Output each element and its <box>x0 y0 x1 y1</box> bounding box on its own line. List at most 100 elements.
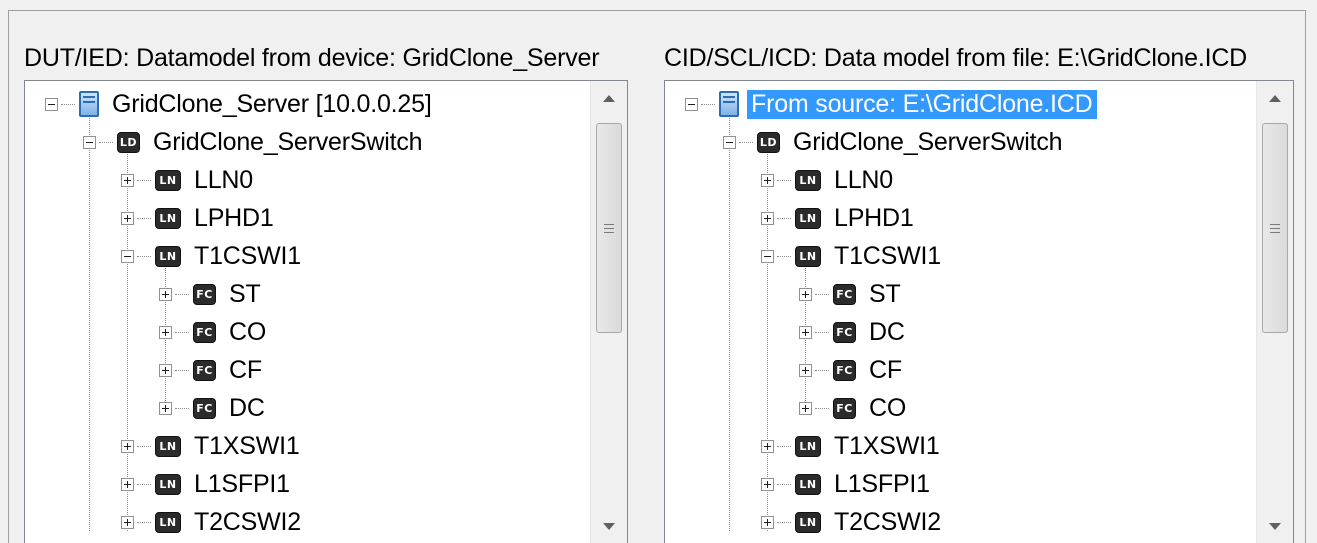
tree-node-ln[interactable]: LN T1CSWI1 <box>761 237 944 275</box>
tree-node-label: CO <box>229 317 267 346</box>
ln-badge-icon: LN <box>155 169 181 191</box>
collapse-icon[interactable] <box>121 249 134 263</box>
arrow-down-icon <box>1269 522 1281 530</box>
right-tree-content: From source: E:\GridClone.ICD LD GridClone… <box>665 81 1257 543</box>
tree-node-fc[interactable]: FC DC <box>799 313 908 351</box>
tree-node-fc[interactable]: FC ST <box>159 275 264 313</box>
expand-icon[interactable] <box>121 477 134 491</box>
left-tree-view[interactable]: GridClone_Server [10.0.0.25] LD GridClone_… <box>24 80 628 543</box>
expand-icon[interactable] <box>799 363 812 377</box>
tree-root-node[interactable]: From source: E:\GridClone.ICD <box>685 85 1097 123</box>
tree-node-ln[interactable]: LN LPHD1 <box>121 199 277 237</box>
left-scrollbar[interactable] <box>590 81 627 543</box>
tree-connector-line <box>137 521 151 523</box>
arrow-up-icon <box>1269 94 1281 102</box>
left-scroll-down-button[interactable] <box>591 509 627 543</box>
tree-node-fc[interactable]: FC CO <box>159 313 269 351</box>
tree-node-ln[interactable]: LN T2CSWI2 <box>761 503 944 541</box>
expand-icon[interactable] <box>761 211 774 225</box>
tree-node-ln[interactable]: LN T2CSWI2 <box>121 503 304 541</box>
tree-node-label: GridClone_ServerSwitch <box>153 127 423 156</box>
right-scrollbar[interactable] <box>1256 81 1293 543</box>
tree-node-ld[interactable]: LD GridClone_ServerSwitch <box>723 123 1065 161</box>
tree-connector-line <box>137 179 151 181</box>
tree-node-ln[interactable]: LN LPHD1 <box>761 199 917 237</box>
right-panel-title: CID/SCL/ICD: Data model from file: E:\Gr… <box>664 44 1248 72</box>
tree-node-ln[interactable]: LN L1SFPI1 <box>121 465 293 503</box>
expand-icon[interactable] <box>159 325 172 339</box>
tree-node-label: DC <box>229 393 265 422</box>
tree-node-label: CF <box>229 355 262 384</box>
tree-node-label: ST <box>869 279 901 308</box>
expand-icon[interactable] <box>121 211 134 225</box>
tree-connector-line <box>777 445 791 447</box>
grip-icon <box>1270 223 1280 233</box>
ln-badge-icon: LN <box>795 473 821 495</box>
tree-node-ln[interactable]: LN T1XSWI1 <box>121 427 303 465</box>
server-icon <box>79 91 99 117</box>
tree-node-ld[interactable]: LD GridClone_ServerSwitch <box>83 123 425 161</box>
expand-icon[interactable] <box>761 439 774 453</box>
expand-icon[interactable] <box>121 439 134 453</box>
tree-node-label: CO <box>869 393 907 422</box>
ld-badge-icon: LD <box>117 131 140 153</box>
tree-node-label: GridClone_ServerSwitch <box>793 127 1063 156</box>
left-scroll-up-button[interactable] <box>591 81 627 115</box>
tree-node-fc[interactable]: FC ST <box>799 275 904 313</box>
tree-root-node[interactable]: GridClone_Server [10.0.0.25] <box>45 85 435 123</box>
expand-icon[interactable] <box>799 325 812 339</box>
tree-node-ln[interactable]: LN T1XSWI1 <box>761 427 943 465</box>
expand-icon[interactable] <box>121 173 134 187</box>
collapse-icon[interactable] <box>45 97 58 111</box>
left-scroll-thumb[interactable] <box>596 123 622 333</box>
expand-icon[interactable] <box>761 515 774 529</box>
expand-icon[interactable] <box>159 401 172 415</box>
ln-badge-icon: LN <box>795 207 821 229</box>
fc-badge-icon: FC <box>833 359 856 381</box>
expand-icon[interactable] <box>159 287 172 301</box>
tree-connector-line <box>777 179 791 181</box>
tree-node-ln[interactable]: LN T1CSWI1 <box>121 237 304 275</box>
tree-node-fc[interactable]: FC CO <box>799 389 909 427</box>
left-panel-title: DUT/IED: Datamodel from device: GridClon… <box>24 44 600 72</box>
right-scroll-thumb[interactable] <box>1262 123 1288 333</box>
collapse-icon[interactable] <box>723 135 736 149</box>
ln-badge-icon: LN <box>155 511 181 533</box>
expand-icon[interactable] <box>761 173 774 187</box>
tree-connector-line <box>815 331 829 333</box>
tree-node-fc[interactable]: FC CF <box>159 351 265 389</box>
right-scroll-up-button[interactable] <box>1257 81 1293 115</box>
tree-connector-line <box>137 445 151 447</box>
ln-badge-icon: LN <box>155 245 181 267</box>
right-scroll-down-button[interactable] <box>1257 509 1293 543</box>
fc-badge-icon: FC <box>193 397 216 419</box>
tree-node-fc[interactable]: FC DC <box>159 389 268 427</box>
expand-icon[interactable] <box>761 477 774 491</box>
tree-connector-line <box>137 255 151 257</box>
tree-node-label: DC <box>869 317 905 346</box>
tree-node-label: LLN0 <box>194 165 253 194</box>
expand-icon[interactable] <box>121 515 134 529</box>
tree-node-ln[interactable]: LN LLN0 <box>761 161 896 199</box>
tree-connector-line <box>739 141 753 143</box>
tree-connector-line <box>701 103 715 105</box>
collapse-icon[interactable] <box>685 97 698 111</box>
collapse-icon[interactable] <box>83 135 96 149</box>
tree-connector-line <box>777 255 791 257</box>
fc-badge-icon: FC <box>833 397 856 419</box>
tree-node-fc[interactable]: FC CF <box>799 351 905 389</box>
tree-node-ln[interactable]: LN L1SFPI1 <box>761 465 933 503</box>
tree-connector-line <box>175 293 189 295</box>
tree-connector-line <box>175 331 189 333</box>
right-tree-view[interactable]: From source: E:\GridClone.ICD LD GridClone… <box>664 80 1294 543</box>
grip-icon <box>604 223 614 233</box>
collapse-icon[interactable] <box>761 249 774 263</box>
arrow-up-icon <box>603 94 615 102</box>
expand-icon[interactable] <box>159 363 172 377</box>
tree-connector-line <box>815 407 829 409</box>
server-icon <box>719 91 739 117</box>
tree-node-ln[interactable]: LN LLN0 <box>121 161 256 199</box>
expand-icon[interactable] <box>799 401 812 415</box>
expand-icon[interactable] <box>799 287 812 301</box>
tree-node-label: LPHD1 <box>194 203 274 232</box>
